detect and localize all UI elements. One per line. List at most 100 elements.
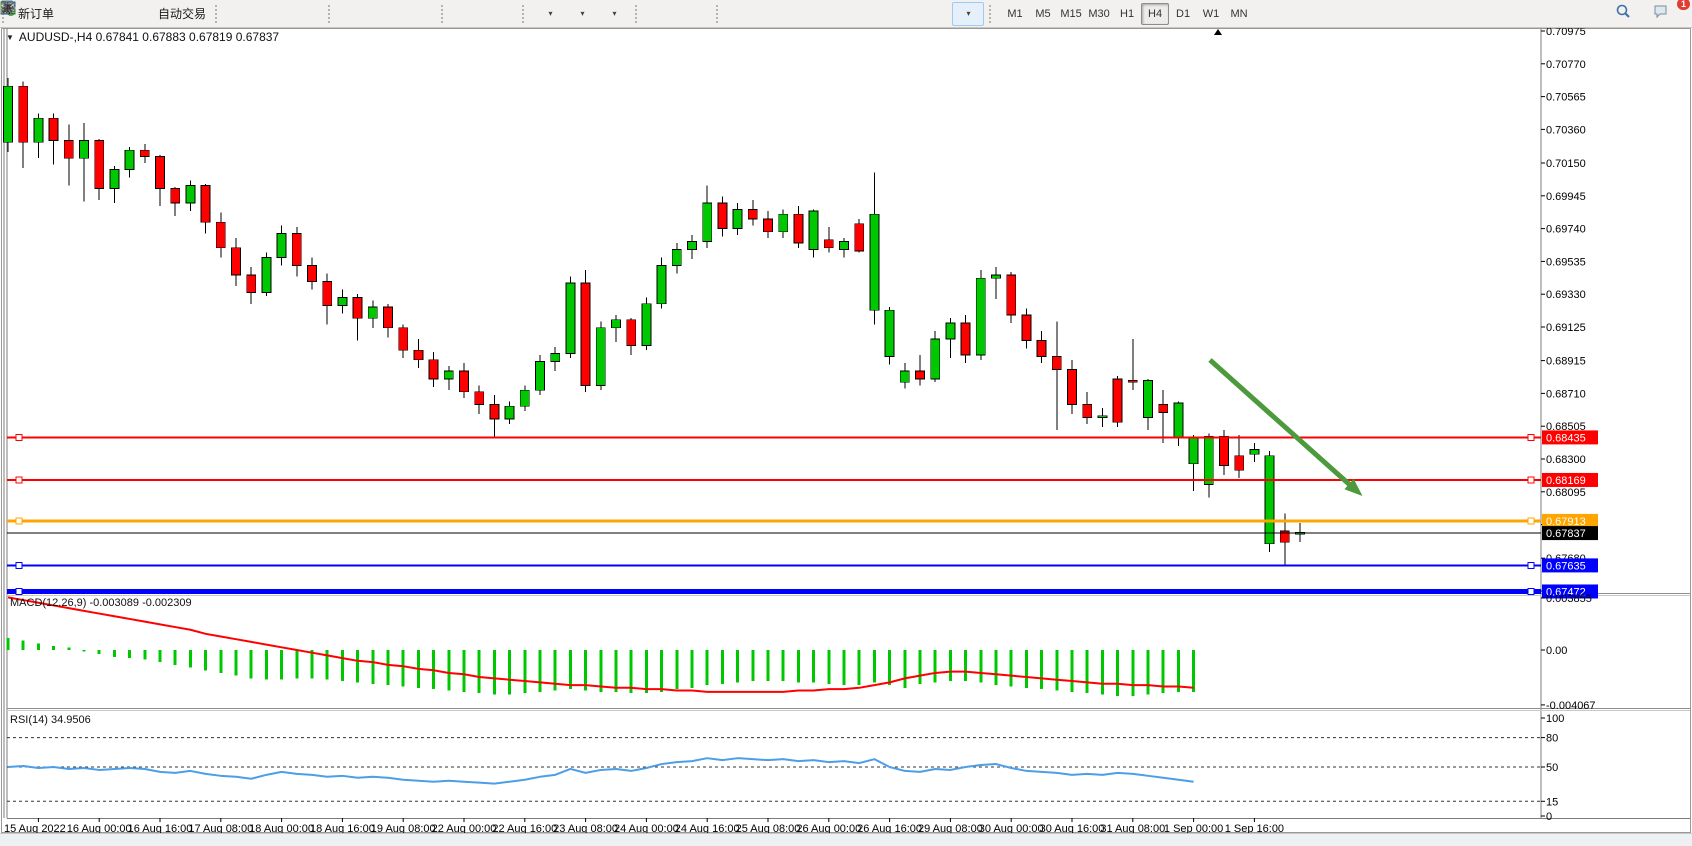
- line-handle-right[interactable]: [1528, 434, 1534, 440]
- candle-32: [490, 405, 499, 419]
- auto-scroll-button[interactable]: [453, 2, 485, 26]
- candle-78: [1189, 438, 1198, 464]
- candle-5: [80, 141, 89, 159]
- candle-41: [627, 320, 636, 346]
- price-chip-0.68435: 0.68435: [1542, 430, 1598, 444]
- candle-80: [1220, 437, 1229, 466]
- candle-42: [642, 304, 651, 346]
- dropdown-caret-icon[interactable]: ▾: [581, 9, 585, 18]
- line-handle-right[interactable]: [1528, 477, 1534, 483]
- candle-11: [171, 189, 180, 203]
- chart-title-text: AUDUSD-,H4 0.67841 0.67883 0.67819 0.678…: [19, 30, 279, 44]
- dropdown-caret-icon[interactable]: ▾: [967, 9, 971, 18]
- svg-text:0.68300: 0.68300: [1546, 454, 1586, 466]
- candle-44: [672, 249, 681, 265]
- arrows-tool-button[interactable]: ▾: [952, 2, 984, 26]
- community-button[interactable]: 1: [1652, 2, 1684, 26]
- zoom-in-button[interactable]: [340, 2, 372, 26]
- candle-26: [399, 328, 408, 350]
- candle-7: [110, 169, 119, 188]
- timeframe-button-w1[interactable]: W1: [1197, 3, 1225, 25]
- signals-button[interactable]: [122, 2, 154, 26]
- candle-65: [992, 275, 1001, 278]
- candle-63: [961, 323, 970, 355]
- timeframe-button-m5[interactable]: M5: [1029, 3, 1057, 25]
- search-icon: [1615, 3, 1631, 19]
- timeframe-button-m1[interactable]: M1: [1001, 3, 1029, 25]
- candle-22: [338, 297, 347, 305]
- candle-24: [368, 307, 377, 318]
- status-bar: [0, 833, 1692, 846]
- zoom-out-button[interactable]: [372, 2, 404, 26]
- svg-text:0.68435: 0.68435: [1546, 432, 1586, 444]
- candle-23: [353, 297, 362, 318]
- svg-text:50: 50: [1546, 762, 1558, 774]
- candle-38: [581, 283, 590, 385]
- chevron-down-icon[interactable]: ▼: [6, 33, 14, 42]
- svg-text:0.68095: 0.68095: [1546, 487, 1586, 499]
- templates-button[interactable]: ▾: [598, 2, 630, 26]
- crosshair-tool-button[interactable]: [679, 2, 711, 26]
- candle-33: [505, 406, 514, 419]
- search-button[interactable]: [1614, 2, 1646, 26]
- candle-16: [247, 275, 256, 293]
- candle-17: [262, 257, 271, 292]
- price-chip-0.68169: 0.68169: [1542, 473, 1598, 487]
- candle-81: [1235, 456, 1244, 470]
- new-order-button[interactable]: 新订单: [14, 2, 58, 26]
- mt4-application-window: 新订单 自动交易 ▾ ▾ ▾ EFAT ▾ M1M5M15M30H1H4D1W1MN 1 0.7…: [0, 0, 1692, 846]
- toolbar-separator: [989, 5, 996, 23]
- auto-trading-button[interactable]: 自动交易: [154, 2, 210, 26]
- line-handle-right[interactable]: [1528, 562, 1534, 568]
- candle-70: [1068, 369, 1077, 404]
- quick-trade-button[interactable]: [58, 2, 90, 26]
- line-handle-right[interactable]: [1528, 518, 1534, 524]
- line-handle-right[interactable]: [1528, 588, 1534, 594]
- candle-61: [931, 339, 940, 379]
- line-handle-left[interactable]: [16, 434, 22, 440]
- vertical-line-tool-button[interactable]: [728, 2, 760, 26]
- candle-19: [292, 233, 301, 265]
- line-handle-left[interactable]: [16, 477, 22, 483]
- text-label-tool-button[interactable]: T: [920, 2, 952, 26]
- chart-symbol-label: ▼ AUDUSD-,H4 0.67841 0.67883 0.67819 0.6…: [6, 30, 279, 44]
- line-chart-button[interactable]: [291, 2, 323, 26]
- line-handle-left[interactable]: [16, 518, 22, 524]
- candle-34: [520, 390, 529, 406]
- candlestick-chart-button[interactable]: [259, 2, 291, 26]
- market-watch-button[interactable]: [90, 2, 122, 26]
- svg-text:0.69330: 0.69330: [1546, 289, 1586, 301]
- timeframe-button-m30[interactable]: M30: [1085, 3, 1113, 25]
- timeframe-button-d1[interactable]: D1: [1169, 3, 1197, 25]
- svg-text:80: 80: [1546, 733, 1558, 745]
- support-resistance-line-0.67472[interactable]: [7, 588, 1541, 594]
- fibonacci-tool-button[interactable]: F: [856, 2, 888, 26]
- tile-windows-button[interactable]: [404, 2, 436, 26]
- svg-text:0.68915: 0.68915: [1546, 356, 1586, 368]
- line-handle-left[interactable]: [16, 588, 22, 594]
- timeframe-button-h1[interactable]: H1: [1113, 3, 1141, 25]
- candle-10: [156, 157, 165, 189]
- dropdown-caret-icon[interactable]: ▾: [613, 9, 617, 18]
- candle-64: [976, 278, 985, 355]
- candle-30: [460, 371, 469, 392]
- periods-button[interactable]: ▾: [566, 2, 598, 26]
- line-handle-left[interactable]: [16, 562, 22, 568]
- timeframe-button-m15[interactable]: M15: [1057, 3, 1085, 25]
- equidistant-channel-tool-button[interactable]: E: [824, 2, 856, 26]
- trendline-tool-button[interactable]: [792, 2, 824, 26]
- bar-chart-button[interactable]: [227, 2, 259, 26]
- dropdown-caret-icon[interactable]: ▾: [549, 9, 553, 18]
- chart-canvas[interactable]: 0.709750.707700.705650.703600.701500.699…: [0, 0, 1692, 846]
- text-tool-button[interactable]: A: [888, 2, 920, 26]
- horizontal-line-tool-button[interactable]: [760, 2, 792, 26]
- candle-69: [1052, 357, 1061, 370]
- timeframe-button-mn[interactable]: MN: [1225, 3, 1253, 25]
- cursor-tool-button[interactable]: [647, 2, 679, 26]
- svg-text:0.68710: 0.68710: [1546, 388, 1586, 400]
- indicators-button[interactable]: ▾: [534, 2, 566, 26]
- candle-45: [688, 241, 697, 249]
- timeframe-button-h4[interactable]: H4: [1141, 3, 1169, 25]
- candle-4: [64, 141, 73, 159]
- chart-shift-button[interactable]: [485, 2, 517, 26]
